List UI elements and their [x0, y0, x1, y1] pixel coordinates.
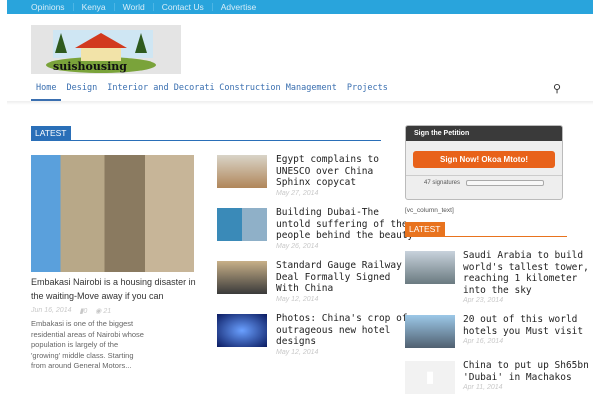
- post-title[interactable]: Egypt complains to UNESCO over China Sph…: [276, 154, 386, 189]
- topnav-kenya[interactable]: Kenya: [74, 3, 115, 11]
- post-title[interactable]: Standard Gauge Railway Deal Formally Sig…: [276, 260, 406, 295]
- topnav-contact[interactable]: Contact Us: [154, 3, 213, 11]
- post-thumbnail[interactable]: [217, 155, 267, 188]
- view-count: 21: [103, 308, 112, 315]
- eye-icon: ◉ 21: [95, 308, 112, 315]
- post-date: May 27, 2014: [276, 190, 319, 197]
- list-item[interactable]: Standard Gauge Railway Deal Formally Sig…: [217, 260, 402, 303]
- featured-title[interactable]: Embakasi Nairobi is a housing disaster i…: [31, 276, 201, 303]
- side-list-item[interactable]: 20 out of this world hotels you Must vis…: [405, 314, 583, 348]
- featured-date: Jun 16, 2014: [31, 307, 72, 314]
- nav-divider: [7, 101, 593, 105]
- signature-progress: [466, 180, 545, 186]
- featured-excerpt: Embakasi is one of the biggest residenti…: [31, 319, 144, 370]
- nav-design[interactable]: Design: [61, 81, 102, 101]
- side-list-item[interactable]: ▮ China to put up Sh65bn 'Dubai' in Mach…: [405, 360, 589, 394]
- post-thumbnail[interactable]: [217, 208, 267, 241]
- featured-image[interactable]: [31, 155, 194, 272]
- signature-count: 47 signatures: [424, 180, 461, 186]
- petition-widget: Sign the Petition Sign Now! Okoa Mtoto! …: [405, 125, 563, 200]
- logo-text: suishousing: [53, 60, 127, 73]
- post-date: Apr 11, 2014: [463, 384, 503, 391]
- document-placeholder-icon[interactable]: ▮: [405, 361, 455, 394]
- latest-label: LATEST: [31, 126, 71, 140]
- topnav-advertise[interactable]: Advertise: [213, 3, 264, 12]
- petition-title: Sign the Petition: [406, 126, 562, 141]
- list-item[interactable]: Photos: China's crop of outrageous new h…: [217, 313, 408, 356]
- main-nav: Home Design Interior and Decoration Cons…: [31, 81, 393, 101]
- post-date: Apr 23, 2014: [463, 297, 504, 304]
- topnav-world[interactable]: World: [115, 3, 154, 11]
- nav-construction[interactable]: Construction Management: [214, 81, 342, 101]
- shortcode-text: [vc_column_text]: [405, 207, 454, 214]
- post-thumbnail[interactable]: [217, 261, 267, 294]
- search-icon[interactable]: ⚲: [553, 82, 561, 95]
- post-date: Apr 16, 2014: [463, 338, 504, 345]
- side-latest-label: LATEST: [405, 222, 445, 236]
- post-thumbnail[interactable]: [405, 315, 455, 348]
- post-title[interactable]: Photos: China's crop of outrageous new h…: [276, 313, 411, 348]
- post-title[interactable]: 20 out of this world hotels you Must vis…: [463, 314, 600, 337]
- featured-meta: Jun 16, 2014 ▮0 ◉ 21: [31, 307, 111, 315]
- post-date: May 12, 2014: [276, 349, 319, 356]
- comment-icon: ▮0: [79, 308, 88, 315]
- comment-count: 0: [83, 308, 88, 315]
- section-divider: [31, 140, 381, 141]
- topnav-opinions[interactable]: Opinions: [31, 3, 74, 11]
- post-date: May 12, 2014: [276, 296, 319, 303]
- post-title[interactable]: Building Dubai-The untold suffering of t…: [276, 207, 416, 242]
- top-bar: Opinions Kenya World Contact Us Advertis…: [7, 0, 593, 14]
- sign-button[interactable]: Sign Now! Okoa Mtoto!: [413, 151, 555, 168]
- post-title[interactable]: China to put up Sh65bn 'Dubai' in Machak…: [463, 360, 600, 383]
- list-item[interactable]: Building Dubai-The untold suffering of t…: [217, 207, 413, 250]
- list-item[interactable]: Egypt complains to UNESCO over China Sph…: [217, 154, 379, 197]
- side-list-item[interactable]: Saudi Arabia to build world's tallest to…: [405, 250, 589, 304]
- nav-interior[interactable]: Interior and Decoration: [102, 81, 214, 101]
- post-thumbnail[interactable]: [405, 251, 455, 284]
- site-logo[interactable]: suishousing: [31, 25, 181, 74]
- post-thumbnail[interactable]: [217, 314, 267, 347]
- side-divider: [405, 236, 567, 237]
- nav-projects[interactable]: Projects: [342, 81, 393, 101]
- post-title[interactable]: Saudi Arabia to build world's tallest to…: [463, 250, 600, 296]
- post-date: May 26, 2014: [276, 243, 319, 250]
- nav-home[interactable]: Home: [31, 81, 62, 101]
